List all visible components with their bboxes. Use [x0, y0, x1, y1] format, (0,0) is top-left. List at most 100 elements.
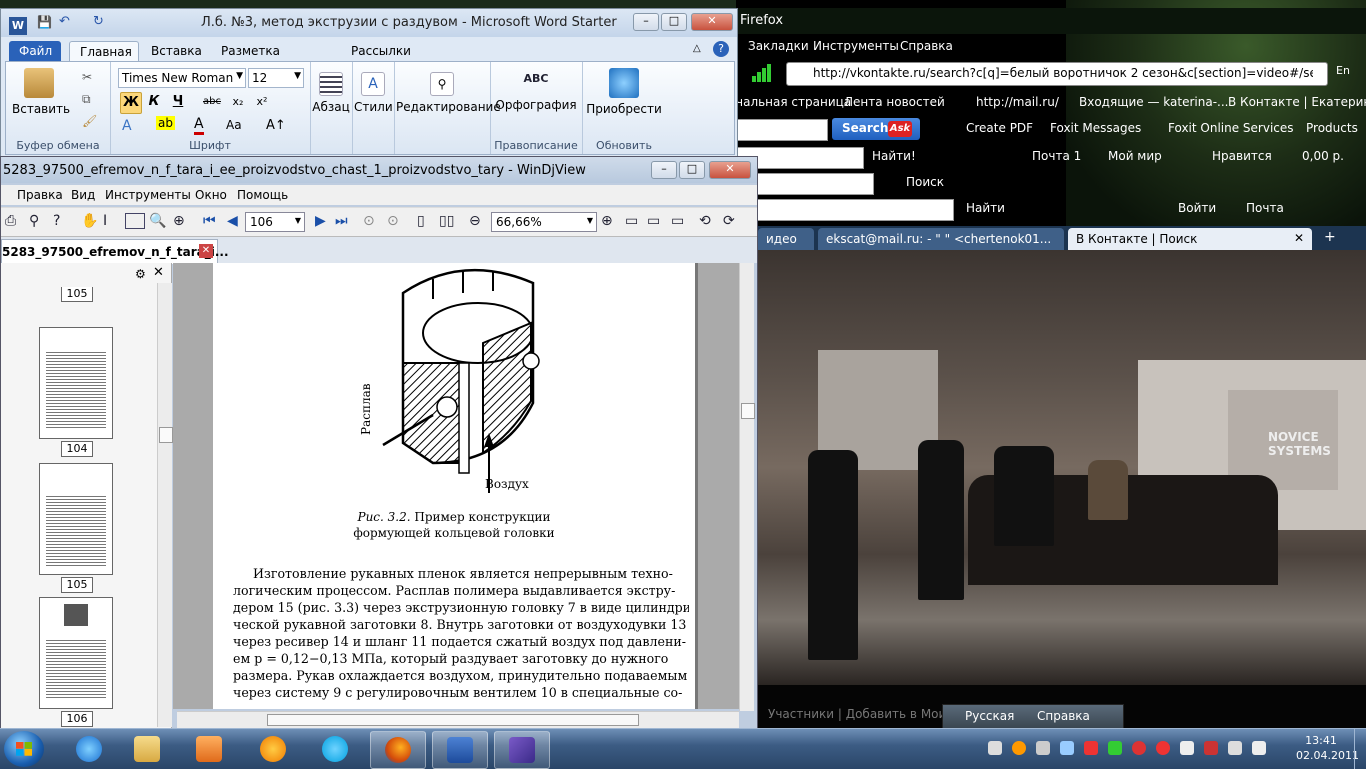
font-color-icon[interactable]: A [194, 116, 204, 135]
products-button[interactable]: Products [1306, 121, 1358, 135]
purchase-button[interactable]: Приобрести [584, 68, 664, 116]
myworld-button[interactable]: Мой мир [1108, 149, 1162, 163]
page-number-input[interactable]: 106 ▼ [245, 212, 305, 232]
zoom-out-icon[interactable]: ⊖ [469, 213, 481, 229]
forward-icon[interactable]: ⊙ [387, 213, 399, 229]
system-clock[interactable]: 13:41 02.04.2011 [1296, 733, 1359, 763]
thumbnail-page[interactable] [39, 463, 113, 575]
highlight-icon[interactable]: ab [156, 116, 175, 130]
document-tab-close-icon[interactable]: ✕ [199, 244, 213, 258]
close-panel-icon[interactable]: ✕ [153, 265, 164, 280]
help-icon[interactable]: ? [713, 41, 729, 57]
tab-file[interactable]: Файл [9, 41, 61, 61]
yandex-search-input[interactable] [736, 199, 954, 221]
page-scrollbar[interactable] [739, 263, 755, 711]
menu-edit[interactable]: Правка [17, 188, 63, 202]
print-icon[interactable]: ⎙ [5, 213, 16, 229]
paste-button[interactable]: Вставить [12, 68, 70, 116]
tab-page-layout[interactable]: Разметка страницы [211, 41, 341, 72]
ask-search-input[interactable] [736, 119, 828, 141]
ask-search-button[interactable]: Search Ask [832, 118, 920, 140]
mail-button[interactable]: Почта [1246, 201, 1284, 215]
taskbar-explorer[interactable] [120, 731, 174, 767]
whats-this-icon[interactable]: ? [53, 213, 60, 229]
menu-view[interactable]: Вид [71, 188, 95, 202]
actual-size-icon[interactable]: ▭ [671, 213, 684, 229]
document-page[interactable]: Расплав Воздух Рис. 3.2. Пример конструк… [213, 263, 698, 709]
tray-target-icon[interactable] [1156, 741, 1170, 755]
help-label[interactable]: Справка [1037, 709, 1090, 723]
redo-icon[interactable]: ↻ [93, 14, 104, 29]
magnify-icon[interactable]: ⊕ [173, 213, 185, 229]
bookmark-inbox[interactable]: Входящие — katerina-... [1079, 95, 1228, 109]
tray-keyboard-icon[interactable] [988, 741, 1002, 755]
zoom-in-icon[interactable]: ⊕ [601, 213, 613, 229]
font-name-select[interactable]: Times New Roman ▼ [118, 68, 246, 88]
subscript-button[interactable]: x₂ [228, 92, 248, 112]
tray-flag-icon[interactable] [1180, 741, 1194, 755]
tab-close-icon[interactable]: ✕ [1294, 231, 1304, 245]
taskbar-ie[interactable] [62, 731, 116, 767]
menu-tools[interactable]: Инструменты [813, 39, 899, 53]
start-button[interactable] [4, 731, 44, 767]
change-case-icon[interactable]: Aa [226, 118, 242, 132]
prev-page-icon[interactable]: ◀ [227, 213, 238, 229]
tab-mail[interactable]: ekscat@mail.ru: - " " <chertenok01... [818, 228, 1064, 250]
settings-icon[interactable]: ⚙ [135, 267, 146, 281]
taskbar-mail-agent[interactable] [246, 731, 300, 767]
next-page-icon[interactable]: ▶ [315, 213, 326, 229]
menu-help[interactable]: Помощь [237, 188, 288, 202]
create-pdf-button[interactable]: Create PDF [966, 121, 1033, 135]
tab-vkontakte-search[interactable]: В Контакте | Поиск ✕ [1068, 228, 1312, 250]
menu-tools[interactable]: Инструменты [105, 188, 191, 202]
grow-font-icon[interactable]: A↑ [266, 118, 286, 133]
bookmark-vkontakte[interactable]: В Контакте | Екатерин... [1228, 95, 1366, 109]
single-page-icon[interactable]: ▯ [417, 213, 425, 229]
menu-bookmarks[interactable]: Закладки [748, 39, 809, 53]
ribbon-collapse-icon[interactable]: △ [693, 43, 701, 54]
page-horizontal-scrollbar[interactable] [177, 711, 739, 728]
first-page-icon[interactable]: ⏮ [203, 213, 216, 229]
thumbnail-page-current[interactable] [39, 597, 113, 709]
zoom-tool-icon[interactable]: 🔍 [149, 213, 166, 229]
show-desktop-button[interactable] [1354, 729, 1366, 769]
tray-antivirus-icon[interactable] [1084, 741, 1098, 755]
tab-mailings[interactable]: Рассылки [341, 41, 421, 61]
language-label[interactable]: Русская [965, 709, 1014, 723]
tray-mail-icon[interactable] [1012, 741, 1026, 755]
taskbar-skype[interactable] [308, 731, 362, 767]
fit-width-icon[interactable]: ▭ [647, 213, 660, 229]
taskbar-windjview[interactable] [494, 731, 550, 769]
bookmark-news[interactable]: Лента новостей [844, 95, 945, 109]
last-page-icon[interactable]: ⏭ [335, 213, 348, 229]
tray-monitor-icon[interactable] [1228, 741, 1242, 755]
thumbnail-page[interactable] [39, 327, 113, 439]
video-player[interactable]: NOVICE SYSTEMS [758, 250, 1366, 685]
djv-maximize-button[interactable]: □ [679, 161, 705, 179]
rotate-right-icon[interactable]: ⟳ [723, 213, 735, 229]
save-icon[interactable]: 💾 [37, 15, 52, 29]
tab-insert[interactable]: Вставка [141, 41, 211, 61]
yandex-find-button[interactable]: Найти [966, 201, 1005, 215]
tab-home[interactable]: Главная [69, 41, 139, 62]
strikethrough-button[interactable]: abc [200, 92, 224, 112]
login-button[interactable]: Войти [1178, 201, 1216, 215]
mailru-find-button[interactable]: Найти! [872, 149, 916, 163]
like-button[interactable]: Нравится [1212, 149, 1272, 163]
new-tab-icon[interactable]: + [1324, 229, 1336, 245]
bookmark-home[interactable]: чальная страница [736, 95, 851, 109]
spelling-button[interactable]: ABC Орфография [492, 68, 580, 112]
underline-button[interactable]: Ч [168, 92, 188, 112]
menu-help[interactable]: Справка [900, 39, 953, 53]
page-scroll-thumb[interactable] [741, 403, 755, 419]
cut-icon[interactable]: ✂ [82, 70, 92, 84]
foxit-messages-button[interactable]: Foxit Messages [1050, 121, 1141, 135]
tray-app-icon[interactable] [1132, 741, 1146, 755]
taskbar-word[interactable] [432, 731, 488, 769]
tray-volume-icon[interactable] [1036, 741, 1050, 755]
font-size-select[interactable]: 12 ▼ [248, 68, 304, 88]
toolbar-search-button[interactable]: Поиск [906, 175, 944, 189]
paragraph-button[interactable]: Абзац [312, 72, 350, 114]
editing-button[interactable]: ⚲ Редактирование [396, 72, 501, 114]
find-icon[interactable]: ⚲ [29, 213, 39, 229]
